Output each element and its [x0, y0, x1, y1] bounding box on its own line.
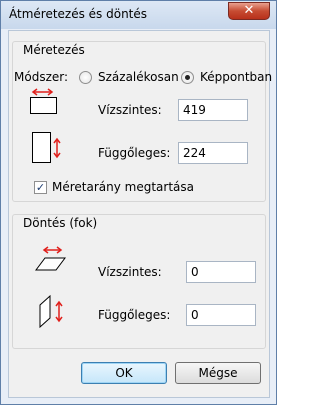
window-title: Átméretezés és döntés — [9, 7, 148, 21]
skew-horizontal-input[interactable]: 0 — [186, 261, 256, 283]
resize-vertical-label: Függőleges: — [98, 146, 171, 160]
keep-ratio-checkbox[interactable]: ✓ — [34, 181, 47, 194]
resize-vertical-input[interactable]: 224 — [178, 142, 248, 164]
resize-horizontal-icon — [30, 88, 57, 114]
keep-ratio-label[interactable]: Méretarány megtartása — [52, 180, 194, 194]
skew-horizontal-label: Vízszintes: — [98, 265, 162, 279]
skew-group: Döntés (fok) Vízszintes: 0 Függőleges: 0 — [12, 214, 266, 349]
resize-horizontal-label: Vízszintes: — [98, 103, 162, 117]
ok-button[interactable]: OK — [81, 362, 167, 384]
cancel-button[interactable]: Mégse — [175, 362, 261, 384]
close-icon: ✕ — [243, 3, 255, 18]
radio-percentage-label[interactable]: Százalékosan — [98, 70, 179, 84]
skew-horizontal-icon — [35, 246, 66, 271]
title-bar: Átméretezés és döntés ✕ — [1, 1, 276, 29]
skew-vertical-input[interactable]: 0 — [186, 304, 256, 326]
skew-vertical-label: Függőleges: — [98, 308, 171, 322]
resize-horizontal-input[interactable]: 419 — [178, 99, 248, 121]
skew-vertical-icon — [39, 294, 63, 329]
resize-skew-dialog: Átméretezés és döntés ✕ Méretezés Módsze… — [0, 0, 277, 405]
resize-group-label: Méretezés — [21, 43, 87, 57]
resize-group: Méretezés Módszer: Százalékosan Képpontb… — [12, 41, 272, 202]
radio-pixels[interactable] — [181, 71, 194, 84]
resize-vertical-icon — [32, 132, 61, 163]
close-button[interactable]: ✕ — [228, 2, 270, 20]
radio-pixels-label[interactable]: Képpontban — [200, 70, 272, 84]
skew-group-label: Döntés (fok) — [21, 216, 100, 230]
method-label: Módszer: — [14, 70, 69, 84]
dialog-client-area: Méretezés Módszer: Százalékosan Képpontb… — [8, 30, 272, 398]
radio-percentage[interactable] — [79, 71, 92, 84]
